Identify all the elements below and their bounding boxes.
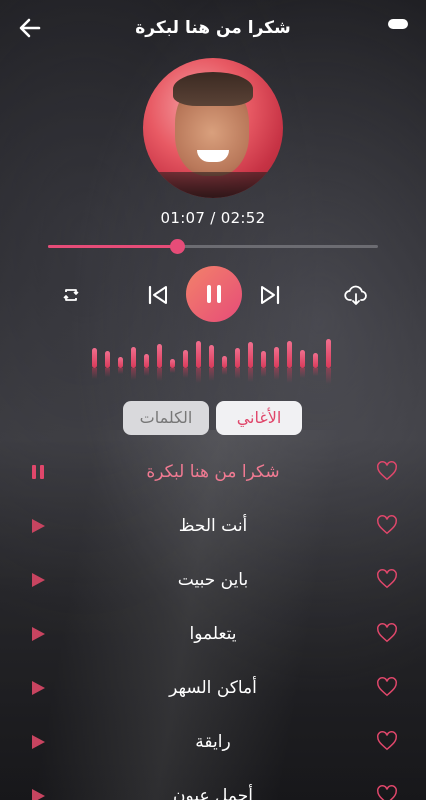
artist-hair (173, 72, 253, 106)
song-row[interactable]: أماكن السهر (0, 661, 426, 715)
play-icon[interactable] (30, 626, 46, 642)
arrow-left-icon (19, 18, 41, 38)
playback-time: 01:07 / 02:52 (160, 209, 266, 227)
equalizer-bar (235, 348, 240, 368)
equalizer-bar-reflection (261, 368, 266, 377)
song-title: باين حبيت (177, 570, 249, 590)
equalizer-bar (274, 347, 279, 368)
equalizer-bar (105, 351, 110, 368)
tab-songs[interactable]: الأغاني (216, 401, 302, 435)
equalizer-bar (92, 348, 97, 368)
play-pause-button[interactable] (186, 266, 242, 322)
equalizer-bar-reflection (235, 368, 240, 379)
equalizer-bar-reflection (300, 368, 305, 378)
pause-icon (207, 285, 221, 303)
song-title: رايقة (195, 732, 231, 752)
equalizer-bar (300, 350, 305, 368)
album-cover (143, 58, 283, 198)
equalizer-bar-reflection (92, 368, 97, 379)
equalizer-bar (144, 354, 149, 368)
equalizer-bar-reflection (170, 368, 175, 373)
menu-pill-icon[interactable] (388, 19, 408, 29)
equalizer-bar-reflection (144, 368, 149, 376)
pause-icon[interactable] (30, 464, 46, 480)
equalizer-bar (183, 350, 188, 368)
cloud-download-icon (344, 285, 367, 305)
equalizer-bar-reflection (118, 368, 123, 374)
equalizer-bar (248, 342, 253, 368)
song-row[interactable]: أجمل عيون (0, 769, 426, 800)
equalizer-bar (131, 347, 136, 368)
page-title: شكرا من هنا لبكرة (135, 18, 291, 38)
download-button[interactable] (343, 283, 369, 307)
equalizer-bar-reflection (131, 368, 136, 380)
play-icon[interactable] (30, 734, 46, 750)
play-icon[interactable] (30, 518, 46, 534)
equalizer-bar-reflection (222, 368, 227, 375)
artist-shirt (143, 172, 283, 198)
equalizer-bar (313, 353, 318, 368)
play-icon[interactable] (30, 572, 46, 588)
equalizer-bar (118, 357, 123, 368)
heart-icon[interactable] (376, 460, 398, 482)
header: شكرا من هنا لبكرة (0, 0, 426, 56)
equalizer-bar (209, 345, 214, 368)
equalizer-bar (170, 359, 175, 368)
heart-icon[interactable] (376, 676, 398, 698)
tab-lyrics[interactable]: الكلمات (123, 401, 209, 435)
repeat-icon (63, 289, 79, 301)
progress-bar[interactable] (48, 239, 378, 254)
heart-icon[interactable] (376, 784, 398, 800)
play-icon[interactable] (30, 680, 46, 696)
song-row[interactable]: يتعلموا (0, 607, 426, 661)
equalizer-bar-reflection (183, 368, 188, 378)
tab-bar: الأغاني الكلمات (0, 401, 426, 437)
equalizer-bar (196, 341, 201, 368)
back-button[interactable] (16, 14, 44, 42)
song-row[interactable]: رايقة (0, 715, 426, 769)
song-title: أجمل عيون (173, 786, 253, 800)
heart-icon[interactable] (376, 730, 398, 752)
song-title: شكرا من هنا لبكرة (146, 462, 280, 482)
heart-icon[interactable] (376, 514, 398, 536)
equalizer-bar-reflection (196, 368, 201, 383)
equalizer-bar-reflection (209, 368, 214, 381)
skip-next-icon (261, 285, 280, 305)
equalizer-bar (157, 344, 162, 368)
progress-fill (48, 245, 177, 248)
equalizer-bar-reflection (274, 368, 279, 380)
equalizer-bar-reflection (105, 368, 110, 377)
player-controls (0, 266, 426, 324)
song-row[interactable]: أنت الحظ (0, 499, 426, 553)
song-row[interactable]: شكرا من هنا لبكرة (0, 445, 426, 499)
repeat-button[interactable] (60, 284, 82, 306)
equalizer-bar (326, 339, 331, 368)
next-button[interactable] (258, 283, 282, 307)
equalizer-bar-reflection (326, 368, 331, 384)
equalizer-bar-reflection (313, 368, 318, 376)
equalizer-bar (287, 341, 292, 368)
equalizer-bar-reflection (287, 368, 292, 383)
equalizer-bar-reflection (248, 368, 253, 382)
play-icon[interactable] (30, 788, 46, 800)
previous-button[interactable] (146, 283, 170, 307)
song-title: يتعلموا (189, 624, 237, 644)
progress-thumb[interactable] (169, 239, 185, 254)
heart-icon[interactable] (376, 622, 398, 644)
skip-previous-icon (148, 285, 167, 305)
equalizer-bar (222, 356, 227, 368)
equalizer-bar (261, 351, 266, 368)
song-row[interactable]: باين حبيت (0, 553, 426, 607)
equalizer-bar-reflection (157, 368, 162, 381)
song-title: أنت الحظ (178, 516, 248, 536)
heart-icon[interactable] (376, 568, 398, 590)
song-title: أماكن السهر (169, 678, 257, 698)
equalizer-visualizer (0, 338, 426, 388)
